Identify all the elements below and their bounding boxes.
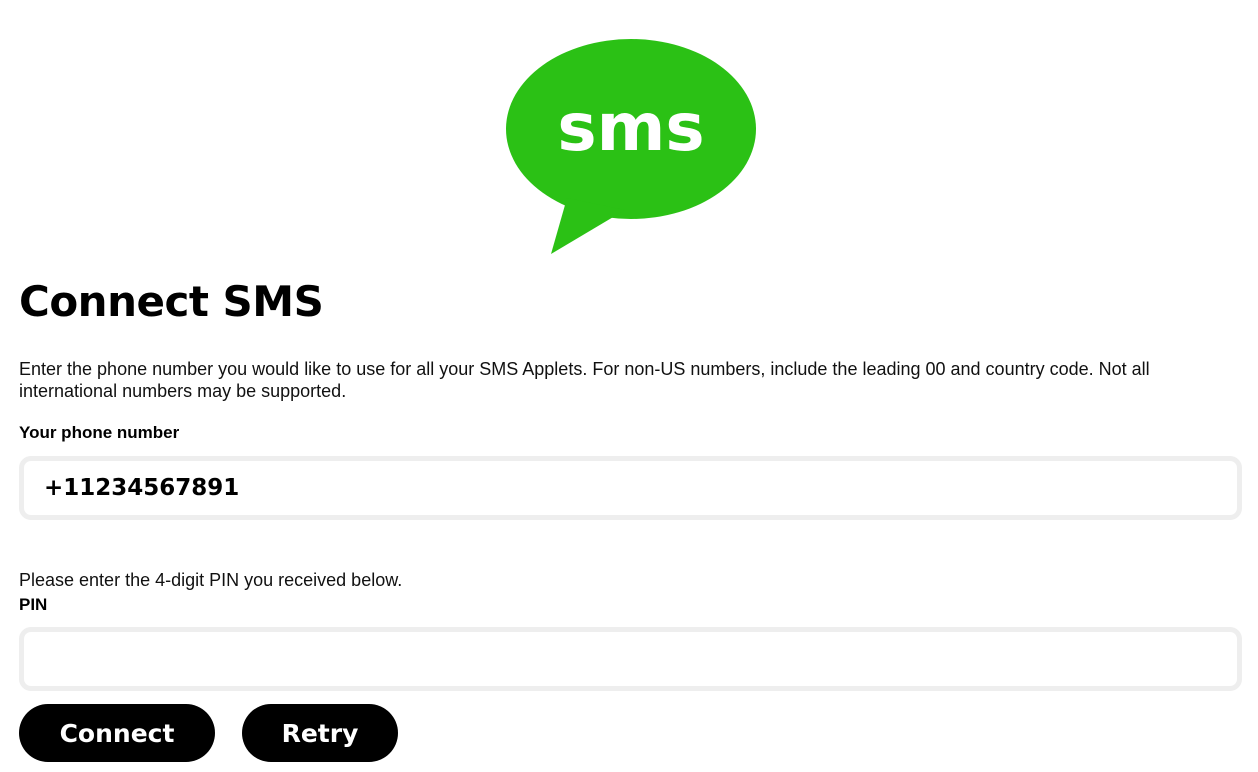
page-description: Enter the phone number you would like to… (19, 359, 1150, 401)
sms-logo-text: sms (557, 89, 704, 166)
connect-sms-page: sms Connect SMS Enter the phone number y… (0, 0, 1258, 772)
pin-hint: Please enter the 4-digit PIN you receive… (19, 570, 403, 590)
connect-button[interactable]: Connect (19, 704, 215, 762)
pin-input[interactable] (19, 627, 1242, 691)
phone-number-label: Your phone number (19, 423, 180, 442)
page-title: Connect SMS (19, 277, 324, 326)
pin-label: PIN (19, 595, 48, 614)
retry-button[interactable]: Retry (242, 704, 398, 762)
sms-logo-icon: sms (505, 38, 757, 256)
phone-number-input[interactable] (19, 456, 1242, 520)
